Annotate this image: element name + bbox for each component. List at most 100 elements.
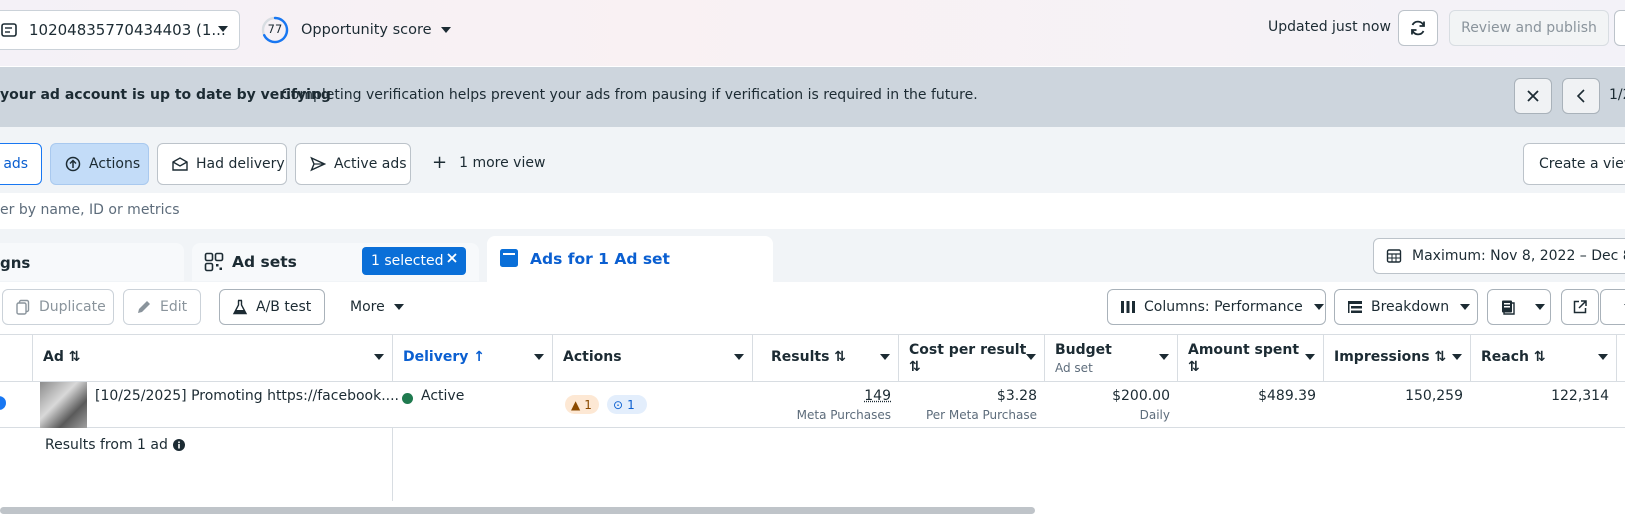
column-header-budget[interactable]: Budget Ad set	[1045, 335, 1178, 381]
column-header-delivery[interactable]: Delivery ↑	[393, 335, 553, 381]
column-header-delivery-label: Delivery	[403, 349, 468, 365]
table-header: Ad ⇅ Delivery ↑ Actions Results ⇅ Cost p…	[0, 334, 1625, 382]
ad-name[interactable]: [10/25/2025] Promoting https://facebook.…	[95, 388, 399, 404]
column-header-impressions[interactable]: Impressions ⇅	[1324, 335, 1471, 381]
delivery-status: Active	[421, 388, 464, 404]
grid-icon	[204, 252, 224, 272]
column-header-ad[interactable]: Ad ⇅	[33, 335, 393, 381]
opportunity-gauge: 77	[261, 16, 289, 44]
chevron-down-icon	[217, 25, 229, 33]
tab-ads-label: Ads for 1 Ad set	[530, 250, 670, 268]
results-sub: Meta Purchases	[797, 408, 891, 422]
breakdown-label: Breakdown	[1371, 299, 1449, 315]
tab-ad-sets[interactable]: Ad sets 1 selected	[192, 243, 479, 281]
refresh-icon	[1409, 19, 1427, 37]
chevron-down-icon	[440, 26, 452, 34]
action-count: 1	[627, 398, 635, 412]
ab-test-button[interactable]: A/B test	[219, 289, 325, 325]
chevron-down-icon	[1459, 303, 1471, 311]
chevron-down-icon[interactable]	[1452, 354, 1462, 361]
duplicate-icon	[15, 299, 31, 315]
view-had-delivery[interactable]: Had delivery	[157, 143, 287, 185]
view-all-ads[interactable]: l ads	[0, 143, 42, 185]
columns-button[interactable]: Columns: Performance	[1107, 289, 1326, 325]
column-header-results-label: Results	[771, 349, 829, 365]
banner-counter: 1/2	[1609, 87, 1625, 103]
column-header-budget-label: Budget	[1055, 342, 1112, 358]
filter-search-placeholder: er by name, ID or metrics	[0, 202, 180, 218]
duplicate-button[interactable]: Duplicate	[2, 289, 114, 325]
chart-view-button[interactable]	[1600, 289, 1625, 325]
action-badge[interactable]: ⊙ 1	[607, 395, 647, 414]
results-summary-row: Results from 1 ad	[0, 428, 1625, 501]
account-selector[interactable]: 10204835770434403 (1...	[0, 10, 240, 50]
columns-label: Columns: Performance	[1144, 299, 1303, 315]
tab-ads[interactable]: Ads for 1 Ad set	[487, 236, 773, 282]
more-views-button[interactable]: + 1 more view	[432, 155, 545, 171]
edit-label: Edit	[160, 299, 187, 315]
chevron-down-icon[interactable]	[1026, 354, 1036, 361]
chevron-down-icon[interactable]	[734, 354, 744, 361]
reports-button[interactable]	[1487, 289, 1551, 325]
opportunity-score-label: Opportunity score	[301, 22, 432, 38]
more-button[interactable]: More	[350, 299, 405, 315]
chevron-down-icon[interactable]	[374, 354, 384, 361]
selected-chip[interactable]: 1 selected	[362, 247, 466, 275]
review-and-publish-button[interactable]: Review and publish	[1449, 10, 1609, 46]
refresh-button[interactable]	[1398, 10, 1438, 46]
column-header-ad-label: Ad	[43, 349, 64, 365]
cost-per-result-sub: Per Meta Purchase	[926, 408, 1037, 422]
column-header-actions[interactable]: Actions	[553, 335, 753, 381]
view-had-delivery-label: Had delivery	[196, 156, 285, 172]
chevron-down-icon[interactable]	[534, 354, 544, 361]
budget-cell: $200.00 Daily	[1045, 382, 1178, 428]
more-label: More	[350, 299, 385, 315]
export-button[interactable]	[1561, 289, 1599, 325]
column-header-reach[interactable]: Reach ⇅	[1471, 335, 1617, 381]
plus-icon: +	[432, 156, 447, 170]
edit-button[interactable]: Edit	[123, 289, 201, 325]
publish-menu-button[interactable]	[1614, 10, 1625, 46]
opportunity-score[interactable]: 77 Opportunity score	[261, 13, 452, 47]
calendar-icon	[1386, 248, 1402, 264]
columns-icon	[1120, 300, 1136, 314]
view-active-ads[interactable]: Active ads	[295, 143, 411, 185]
view-all-ads-label: l ads	[0, 156, 28, 172]
info-icon[interactable]	[173, 439, 185, 451]
column-header-reach-label: Reach	[1481, 349, 1529, 365]
banner-close-button[interactable]	[1514, 78, 1552, 114]
sort-icon: ⇅	[1188, 359, 1200, 375]
date-range-picker[interactable]: Maximum: Nov 8, 2022 – Dec 8, 2025	[1373, 238, 1625, 274]
delivery-status-dot	[402, 393, 413, 404]
reach-cell: 122,314	[1471, 382, 1617, 428]
opportunity-score-value: 77	[261, 22, 289, 36]
column-header-results[interactable]: Results ⇅	[753, 335, 899, 381]
updated-status: Updated just now	[1268, 19, 1391, 35]
arrow-up-circle-icon	[65, 156, 81, 172]
close-icon[interactable]	[446, 252, 458, 264]
scrollbar-thumb[interactable]	[0, 507, 1035, 514]
warning-badge[interactable]: ▲ 1	[565, 395, 599, 414]
banner-previous-button[interactable]	[1562, 78, 1600, 114]
column-header-cost-per-result[interactable]: Cost per result ⇅	[899, 335, 1045, 381]
column-header-budget-sub: Ad set	[1055, 361, 1093, 375]
chevron-down-icon	[393, 303, 405, 311]
chevron-down-icon[interactable]	[880, 354, 890, 361]
chevron-down-icon[interactable]	[1598, 354, 1608, 361]
chevron-down-icon[interactable]	[1305, 354, 1315, 361]
filter-search-bar[interactable]: er by name, ID or metrics	[0, 193, 1625, 229]
tab-campaigns[interactable]: gns	[0, 243, 184, 281]
breakdown-button[interactable]: Breakdown	[1334, 289, 1478, 325]
column-header-amount-spent[interactable]: Amount spent ⇅	[1178, 335, 1324, 381]
create-view-button[interactable]: Create a view	[1523, 143, 1625, 185]
ad-thumbnail	[40, 382, 87, 428]
view-actions[interactable]: Actions	[50, 143, 149, 185]
chevron-left-icon	[1576, 89, 1586, 103]
sort-icon: ⇅	[1434, 349, 1446, 365]
results-value[interactable]: 149	[864, 388, 891, 404]
table-row[interactable]: [10/25/2025] Promoting https://facebook.…	[0, 382, 1625, 428]
amount-spent-cell: $489.39	[1178, 382, 1324, 428]
date-range-label: Maximum: Nov 8, 2022 – Dec 8, 2025	[1412, 248, 1625, 264]
chevron-down-icon[interactable]	[1159, 354, 1169, 361]
impressions-value: 150,259	[1405, 388, 1463, 404]
